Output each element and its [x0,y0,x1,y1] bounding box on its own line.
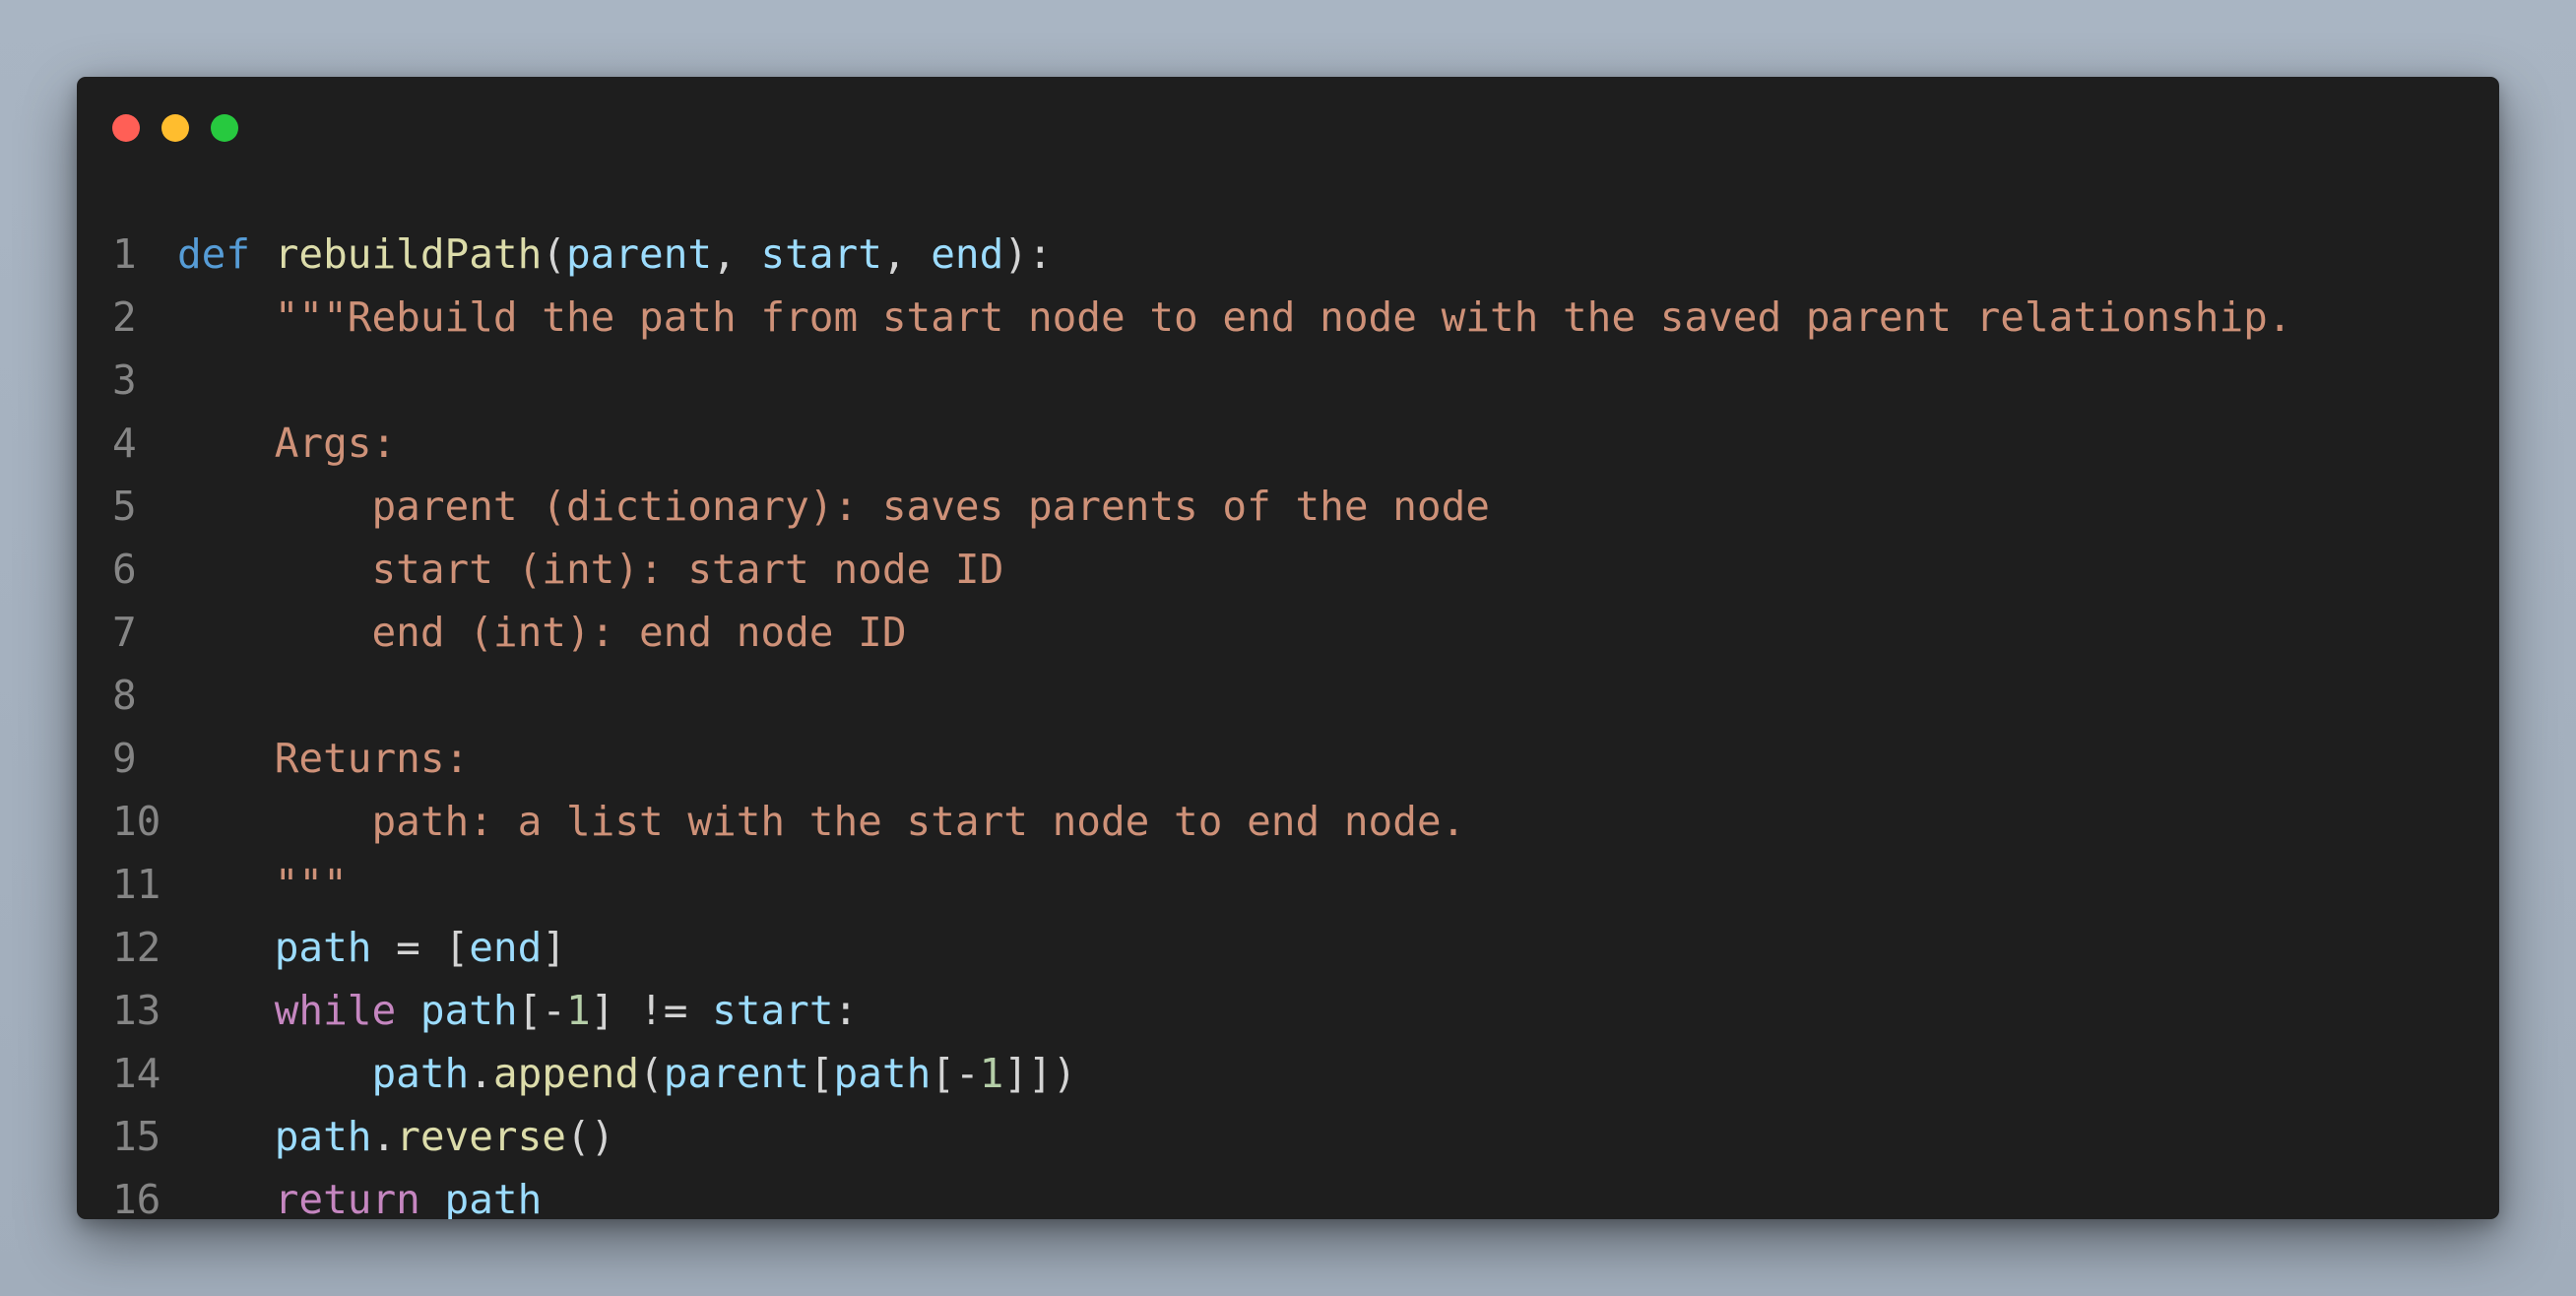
code-token: parent (dictionary): saves parents of th… [177,483,1490,530]
code-token: ] [542,924,566,971]
code-token: . [371,1113,397,1160]
code-token: ( [639,1050,664,1097]
code-token: while [274,987,397,1034]
code-token: = [ [371,924,470,971]
code-token: ( [542,230,566,278]
code-token: def [177,230,251,278]
code-token: path [371,1050,470,1097]
code-token: ] != [590,987,713,1034]
code-token: """ [177,861,348,908]
code-text: """ [177,853,348,916]
code-window: 1 def rebuildPath(parent, start, end): 2 "… [77,77,2499,1219]
code-token: end [931,230,1004,278]
code-token: . [469,1050,493,1097]
code-text: """Rebuild the path from start node to e… [177,286,2292,349]
code-token: path [274,1113,372,1160]
minimize-window-icon[interactable] [161,114,189,142]
code-token: reverse [396,1113,566,1160]
code-text: Args: [177,412,396,475]
code-text: path.reverse() [177,1105,615,1168]
code-token: start [712,987,834,1034]
code-token: path [444,1176,543,1219]
code-token: [ [808,1050,834,1097]
code-token: end (int): end node ID [177,609,907,656]
code-token: return [274,1176,420,1219]
code-text: parent (dictionary): saves parents of th… [177,475,1490,538]
code-token: end [469,924,543,971]
code-token: parent [565,230,713,278]
code-token: path: a list with the start node to end … [177,798,1466,845]
code-token: , [712,230,761,278]
maximize-window-icon[interactable] [211,114,238,142]
code-token: parent [663,1050,809,1097]
code-token: ): [1003,230,1053,278]
code-token: rebuildPath [274,230,543,278]
code-token: [- [517,987,566,1034]
code-token: [- [931,1050,980,1097]
code-token: 1 [979,1050,1004,1097]
code-text: path = [end] [177,916,566,979]
code-token: , [881,230,932,278]
code-token: Args: [177,420,397,467]
code-text: return path [177,1168,543,1219]
code-token: : [833,987,859,1034]
code-token: path [419,987,518,1034]
code-text: path.append(parent[path[-1]]) [177,1042,1076,1105]
code-text: while path[-1] != start: [177,979,858,1042]
window-titlebar [77,77,2499,175]
code-text: Returns: [177,727,469,790]
code-token: start (int): start node ID [177,546,1004,593]
code-text: end (int): end node ID [177,601,907,664]
code-token: () [565,1113,615,1160]
code-token: append [492,1050,640,1097]
code-token: path [833,1050,932,1097]
code-token: ]]) [1003,1050,1077,1097]
line-number: 3 [112,356,137,404]
code-token: start [760,230,882,278]
code-token: path [274,924,372,971]
code-text: start (int): start node ID [177,538,1003,601]
code-text: path: a list with the start node to end … [177,790,1465,853]
code-text: def rebuildPath(parent, start, end): [177,223,1053,286]
close-window-icon[interactable] [112,114,140,142]
code-token: Returns: [177,735,470,782]
code-token: """Rebuild the path from start node to e… [177,293,2292,341]
line-number: 8 [112,672,137,719]
code-token: 1 [565,987,591,1034]
